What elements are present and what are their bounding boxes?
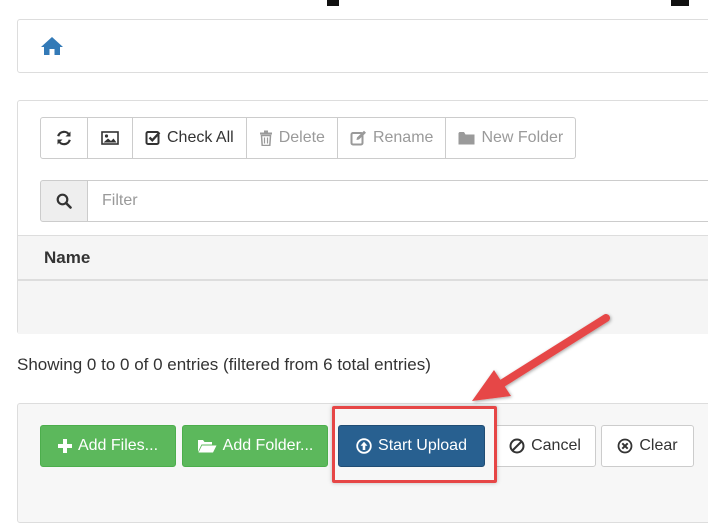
folder-icon bbox=[458, 132, 475, 145]
top-edge-strip bbox=[0, 0, 708, 6]
delete-button[interactable]: Delete bbox=[245, 117, 338, 159]
remove-circle-icon bbox=[617, 438, 633, 454]
delete-label: Delete bbox=[278, 129, 325, 146]
refresh-button[interactable] bbox=[40, 117, 88, 159]
plus-icon bbox=[57, 439, 72, 453]
check-square-icon bbox=[145, 131, 161, 145]
rename-button[interactable]: Rename bbox=[336, 117, 447, 159]
image-icon bbox=[101, 131, 119, 145]
thumbnail-view-button[interactable] bbox=[87, 117, 133, 159]
trash-icon bbox=[259, 130, 272, 146]
check-all-label: Check All bbox=[167, 129, 234, 146]
start-upload-label: Start Upload bbox=[378, 437, 467, 454]
entries-status-text: Showing 0 to 0 of 0 entries (filtered fr… bbox=[17, 355, 431, 374]
ban-icon bbox=[509, 438, 525, 454]
start-upload-button[interactable]: Start Upload bbox=[338, 425, 485, 467]
rename-label: Rename bbox=[372, 129, 434, 146]
clear-label: Clear bbox=[639, 437, 678, 454]
edit-icon bbox=[350, 130, 366, 146]
filter-row bbox=[40, 180, 708, 222]
table-header: Name bbox=[18, 235, 708, 281]
folder-open-icon bbox=[197, 440, 217, 453]
cancel-button[interactable]: Cancel bbox=[494, 425, 596, 467]
breadcrumb-panel bbox=[17, 19, 708, 73]
filter-input[interactable] bbox=[88, 180, 708, 222]
file-toolbar: Check All Delete Rename New Folder bbox=[40, 117, 577, 159]
new-folder-button[interactable]: New Folder bbox=[445, 117, 577, 159]
upload-circle-icon bbox=[356, 438, 372, 454]
file-browser-panel: Check All Delete Rename New Folder Filte… bbox=[17, 100, 708, 334]
column-header-name[interactable]: Name bbox=[44, 248, 90, 268]
search-icon bbox=[56, 193, 72, 209]
clear-button[interactable]: Clear bbox=[601, 425, 694, 467]
add-folder-button[interactable]: Add Folder... bbox=[182, 425, 328, 467]
table-body-empty bbox=[18, 281, 708, 334]
cropped-text-fragment bbox=[671, 0, 689, 6]
cropped-text-fragment bbox=[327, 0, 339, 6]
search-addon bbox=[40, 180, 88, 222]
cancel-label: Cancel bbox=[531, 437, 581, 454]
home-icon[interactable] bbox=[39, 34, 65, 58]
add-files-label: Add Files... bbox=[77, 437, 159, 454]
new-folder-label: New Folder bbox=[481, 129, 564, 146]
refresh-icon bbox=[57, 130, 71, 146]
add-folder-label: Add Folder... bbox=[222, 437, 314, 454]
check-all-button[interactable]: Check All bbox=[132, 117, 247, 159]
add-files-button[interactable]: Add Files... bbox=[40, 425, 176, 467]
